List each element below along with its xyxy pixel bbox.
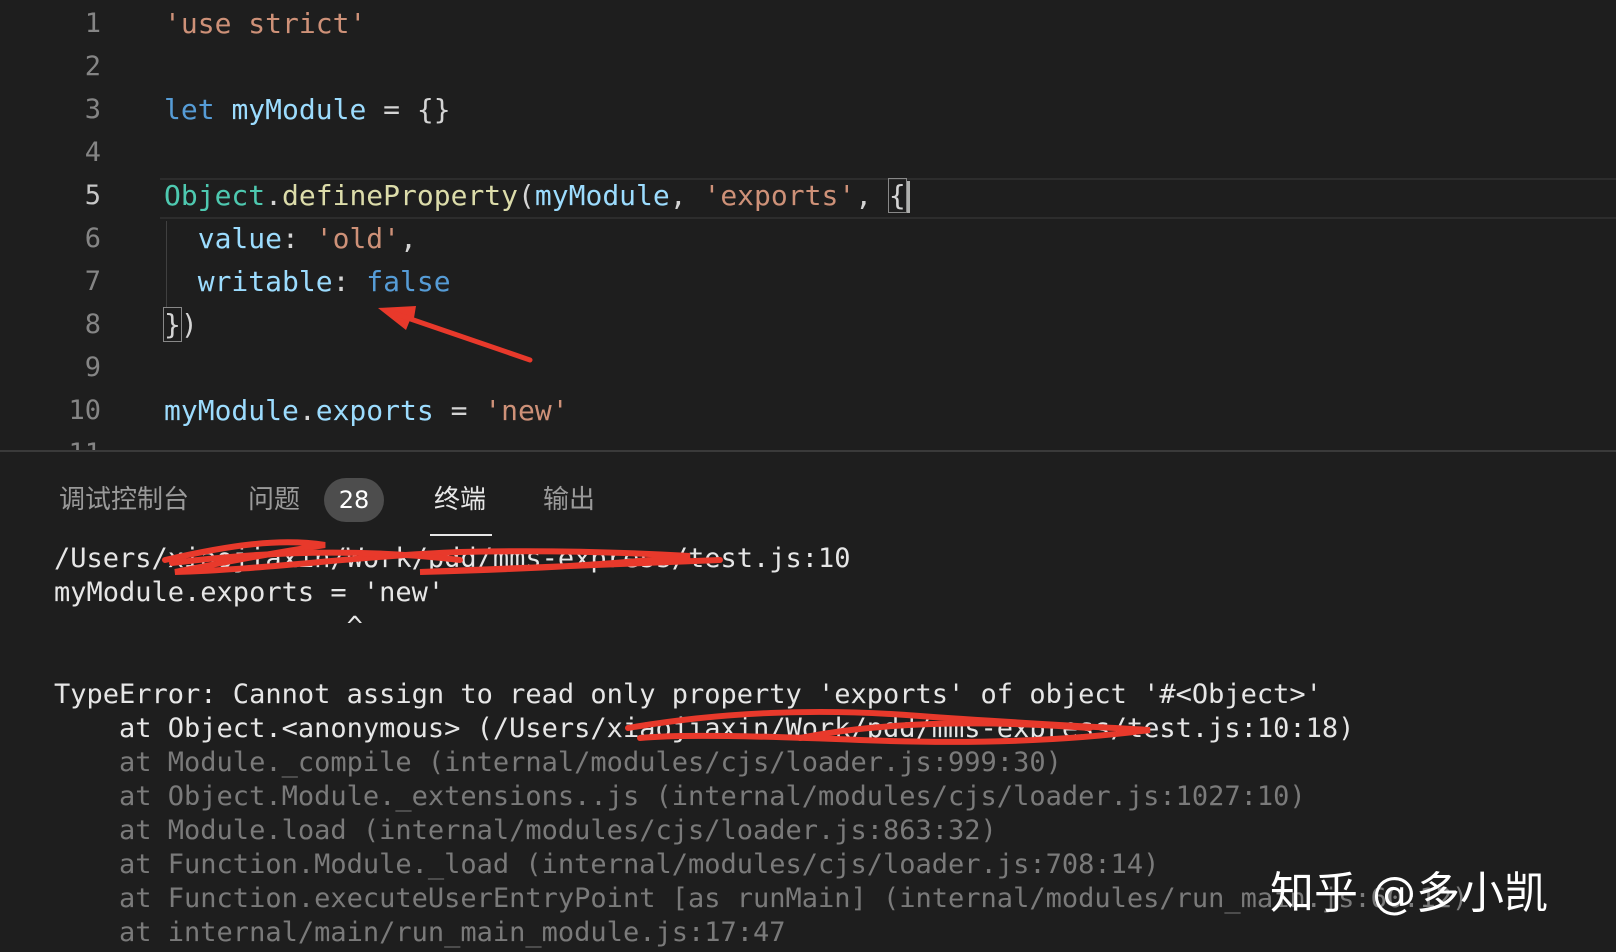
red-scribble-redaction	[0, 0, 1616, 952]
watermark: 知乎 @多小凯	[1270, 857, 1548, 921]
